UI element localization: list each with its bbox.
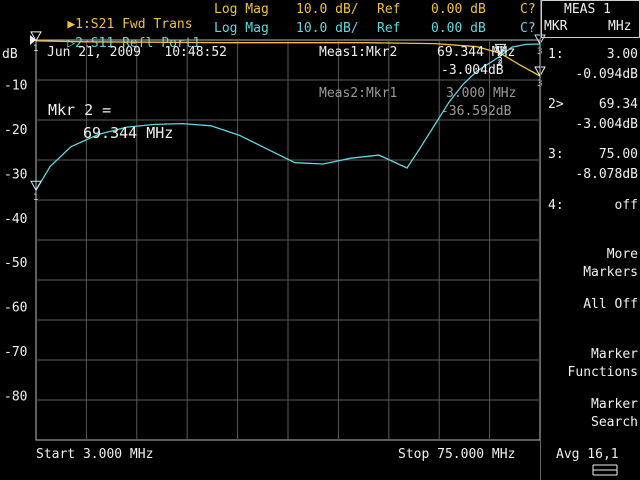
marker-readout-value: 69.344 MHz [83, 124, 174, 142]
y-tick-label: -80 [4, 390, 27, 405]
vna-screen: ▶1:S21 Fwd Trans Log Mag 10.0 dB/ Ref 0.… [0, 0, 640, 480]
marker-functions-line1: Marker [591, 347, 638, 362]
averaging-status[interactable]: Avg 16,1 [556, 447, 619, 462]
marker-functions-line2: Functions [567, 365, 638, 380]
marker-readout-title: Mkr 2 = [48, 101, 112, 119]
marker2-freq[interactable]: 69.34 [548, 97, 638, 112]
sidebar-divider [540, 0, 541, 480]
meas1-freq: 69.344 MHz [437, 45, 516, 60]
meas-title: MEAS 1 [564, 2, 611, 17]
y-tick-label: -70 [4, 345, 27, 360]
all-off-softkey[interactable]: All Off [548, 297, 638, 312]
marker1-freq[interactable]: 3.00 [548, 47, 638, 62]
more-markers-line1: More [606, 247, 638, 262]
y-tick-label: -60 [4, 301, 27, 316]
chart-svg: -10-20-30-40-50-60-70-80 112233 [4, 31, 546, 441]
y-tick-label: -50 [4, 256, 27, 271]
marker-search-softkey[interactable]: Marker Search [548, 397, 638, 430]
sweep-hold-icon [592, 464, 618, 476]
more-markers-softkey[interactable]: More Markers [548, 247, 638, 280]
marker-1-label: 1 [33, 44, 38, 54]
marker4-freq[interactable]: off [548, 198, 638, 213]
y-tick-label: -30 [4, 167, 27, 182]
meas2-value: -36.592dB [441, 104, 512, 119]
marker-search-line2: Search [591, 415, 638, 430]
marker2-value: -3.004dB [575, 117, 638, 132]
marker-search-line1: Marker [591, 397, 638, 412]
stop-frequency[interactable]: Stop 75.000 MHz [398, 447, 515, 462]
col-mkr-label: MKR [544, 19, 568, 34]
marker-1-label: 1 [33, 193, 38, 203]
meas1-value: -3.004dB [441, 63, 504, 78]
timestamp: Jun 21, 2009 10:48:52 [47, 45, 228, 60]
y-tick-label: -20 [4, 123, 27, 138]
marker3-value: -8.078dB [575, 167, 638, 182]
start-frequency[interactable]: Start 3.000 MHz [36, 447, 153, 462]
col-mhz-label: MHz [608, 19, 632, 34]
y-tick-label: -40 [4, 212, 27, 227]
more-markers-line2: Markers [583, 265, 638, 280]
meas1-label: Meas1:Mkr2 [319, 45, 398, 60]
marker3-freq[interactable]: 75.00 [548, 147, 638, 162]
marker-functions-softkey[interactable]: Marker Functions [548, 347, 638, 380]
meas-title-box[interactable]: MEAS 1 MKR MHz [541, 0, 640, 38]
y-tick-label: -10 [4, 78, 27, 93]
meas2-label: Meas2:Mkr1 [319, 86, 398, 101]
meas2-freq: 3.000 MHz [446, 86, 517, 101]
y-tick-labels: -10 -20 -30 -40 -50 -60 -70 -80 [4, 78, 27, 404]
marker1-value: -0.094dB [575, 67, 638, 82]
